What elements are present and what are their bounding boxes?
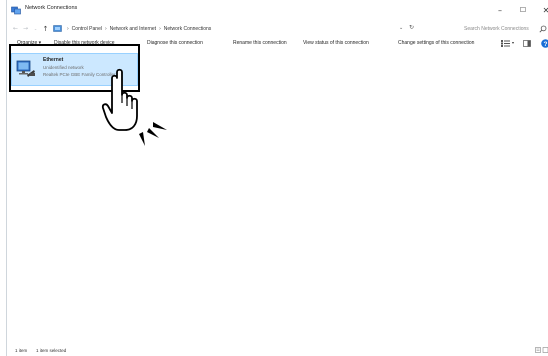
breadcrumb-network-and-internet[interactable]: Network and Internet <box>110 26 156 32</box>
view-status-button[interactable]: View status of this connection <box>303 40 369 46</box>
selected-count: 1 item selected <box>36 348 67 353</box>
window-title: Network Connections <box>25 5 78 11</box>
breadcrumb-control-panel[interactable]: Control Panel <box>72 26 102 32</box>
forward-button[interactable]: → <box>21 23 30 34</box>
breadcrumb-separator: › <box>159 26 161 32</box>
control-panel-icon <box>53 25 62 32</box>
details-view-icon[interactable] <box>535 347 548 353</box>
address-dropdown-button[interactable]: ⌄ <box>399 25 403 31</box>
breadcrumb-separator: › <box>67 26 69 32</box>
back-button[interactable]: ← <box>11 23 20 34</box>
network-connections-app-icon <box>11 6 21 15</box>
svg-text:?: ? <box>544 41 548 48</box>
maximize-button[interactable]: ☐ <box>516 4 530 16</box>
change-settings-button[interactable]: Change settings of this connection <box>398 40 474 46</box>
view-options-dropdown[interactable]: ▾ <box>512 40 514 45</box>
pointing-hand-icon <box>101 68 167 146</box>
refresh-button[interactable]: ↻ <box>409 24 414 31</box>
preview-pane-icon[interactable] <box>523 40 531 47</box>
breadcrumb-network-connections[interactable]: Network Connections <box>164 26 212 32</box>
search-placeholder: Search Network Connections <box>464 26 529 32</box>
address-bar: ← → ⌄ ↑ › Control Panel › Network and In… <box>7 22 548 36</box>
recent-locations-button[interactable]: ⌄ <box>31 23 40 34</box>
rename-connection-button[interactable]: Rename this connection <box>233 40 287 46</box>
search-input[interactable]: Search Network Connections <box>427 23 547 35</box>
search-icon <box>539 25 547 33</box>
connections-list: Ethernet Unidentified network Realtek PC… <box>7 51 548 344</box>
breadcrumb[interactable]: › Control Panel › Network and Internet ›… <box>53 23 435 35</box>
diagnose-connection-button[interactable]: Diagnose this connection <box>147 40 203 46</box>
up-button[interactable]: ↑ <box>41 23 50 34</box>
title-bar: Network Connections – ☐ ✕ <box>7 0 548 22</box>
breadcrumb-separator: › <box>104 26 107 32</box>
minimize-button[interactable]: – <box>493 4 507 16</box>
view-options-icon[interactable] <box>501 40 510 47</box>
item-count: 1 item <box>15 348 28 353</box>
help-icon[interactable]: ? <box>541 39 548 48</box>
status-bar: 1 item 1 item selected <box>7 344 548 356</box>
close-button[interactable]: ✕ <box>539 4 548 16</box>
